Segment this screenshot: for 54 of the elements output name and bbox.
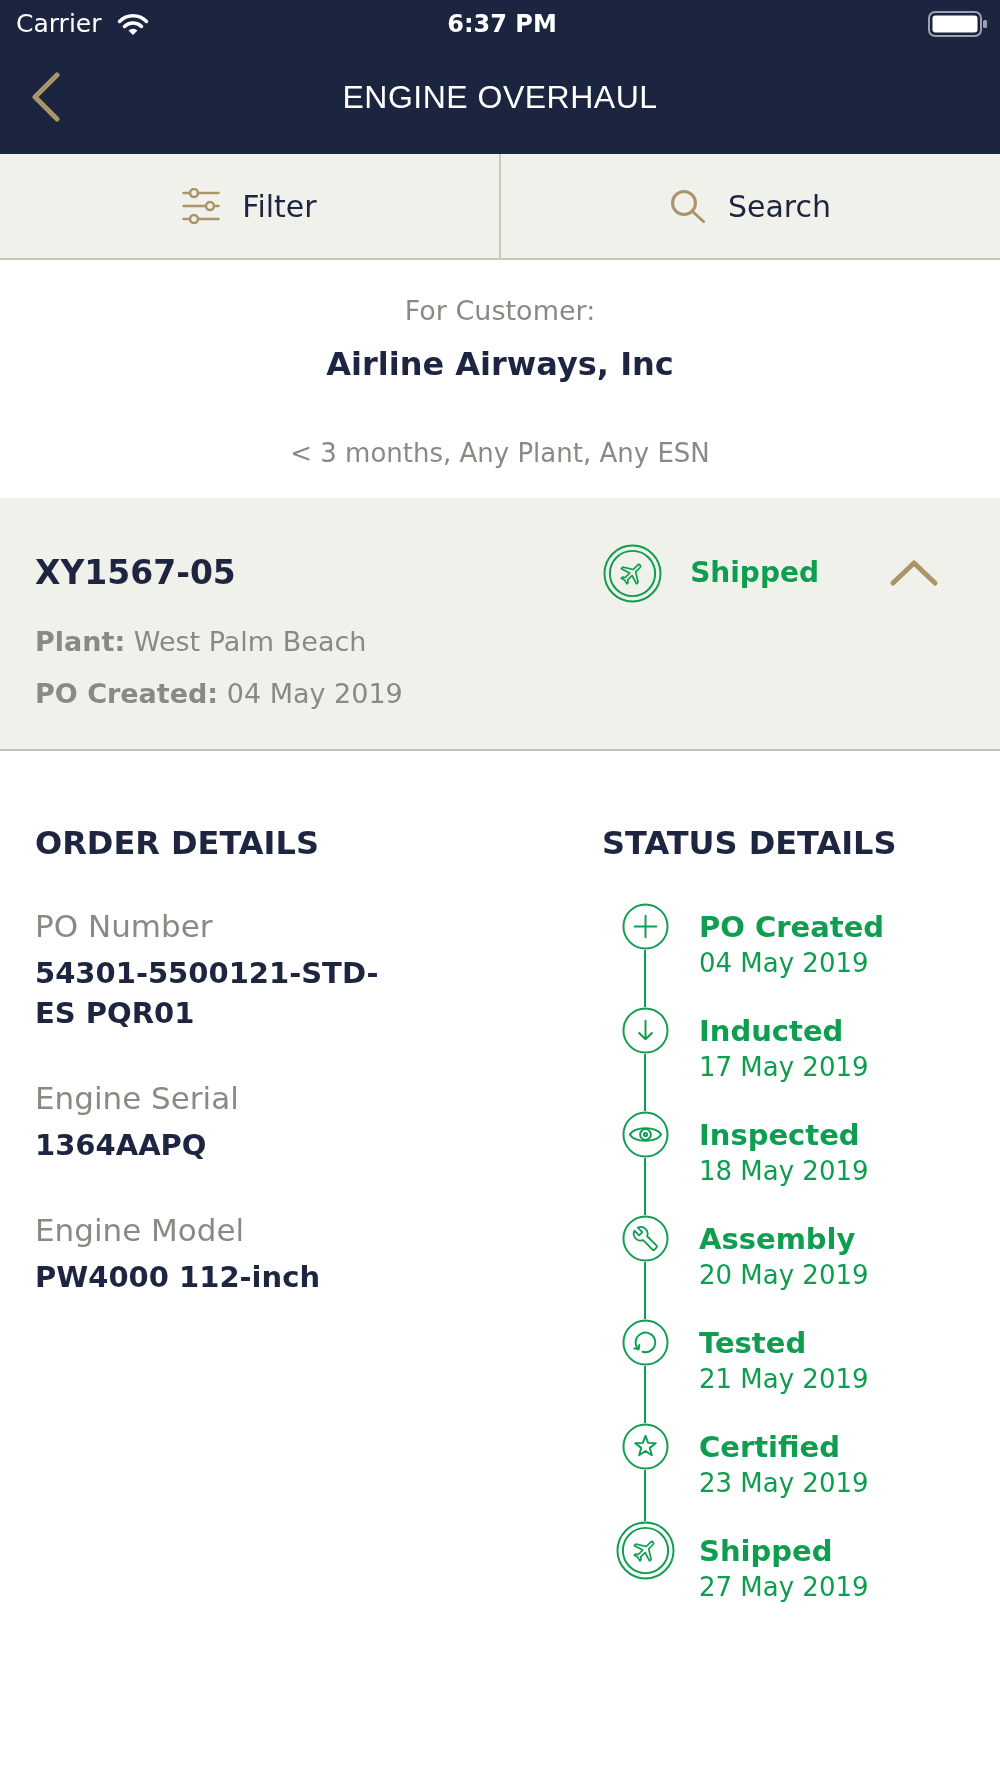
step-date: 21 May 2019: [699, 1363, 869, 1394]
field-value: PW4000 112-inch: [35, 1259, 322, 1296]
step-title: Shipped: [699, 1533, 834, 1568]
search-button[interactable]: Search: [499, 154, 1000, 258]
status-time: 6:37 PM: [447, 9, 557, 39]
filter-icon: [182, 188, 221, 224]
airplane-icon: [615, 1521, 675, 1580]
chevron-up-icon: [889, 559, 939, 587]
chevron-left-icon: [31, 72, 61, 122]
step-date: 20 May 2019: [699, 1259, 869, 1290]
collapse-button[interactable]: [889, 559, 939, 587]
search-icon: [669, 189, 706, 223]
screen-title: ENGINE OVERHAUL: [342, 78, 658, 117]
step-date: 23 May 2019: [699, 1467, 869, 1498]
eye-icon: [621, 1111, 669, 1158]
section-heading: STATUS DETAILS: [602, 823, 898, 863]
field-label: Engine Model: [35, 1211, 246, 1250]
step-title: Inspected: [699, 1117, 861, 1152]
step-date: 04 May 2019: [699, 947, 870, 978]
timeline-connector: [644, 1054, 646, 1111]
timeline-connector: [644, 1262, 646, 1319]
step-title: Inducted: [699, 1013, 845, 1048]
step-title: Assembly: [699, 1221, 857, 1256]
customer-name: Airline Airways, Inc: [326, 344, 674, 385]
timeline-connector: [644, 1366, 646, 1423]
timeline-connector: [644, 1470, 646, 1521]
filter-summary: < 3 months, Any Plant, Any ESN: [290, 437, 710, 470]
step-title: PO Created: [699, 909, 885, 944]
wrench-icon: [621, 1215, 669, 1262]
plus-icon: [621, 903, 669, 950]
step-date: 18 May 2019: [699, 1155, 869, 1186]
back-button[interactable]: [31, 72, 61, 122]
customer-caption: For Customer:: [404, 294, 596, 328]
battery-icon: [928, 11, 988, 37]
order-status: Shipped: [690, 555, 819, 591]
field-label: Engine Serial: [35, 1079, 240, 1118]
timeline-connector: [644, 1158, 646, 1215]
step-date: 27 May 2019: [699, 1571, 869, 1602]
order-number: XY1567-05: [35, 552, 237, 594]
section-heading: ORDER DETAILS: [35, 823, 320, 863]
timeline-connector: [644, 950, 646, 1007]
carrier-name: Carrier: [16, 9, 102, 39]
step-title: Certified: [699, 1429, 841, 1464]
airplane-icon: [603, 543, 663, 603]
field-label: PO Number: [35, 907, 214, 946]
step-title: Tested: [699, 1325, 808, 1360]
step-date: 17 May 2019: [699, 1051, 869, 1082]
field-value: 1364AAPQ: [35, 1127, 208, 1164]
order-info-line: Plant: West Palm Beach: [35, 625, 368, 659]
order-info-line: PO Created: 04 May 2019: [35, 677, 404, 711]
filter-button[interactable]: Filter: [0, 154, 499, 258]
field-value: 54301-5500121-STD-ES PQR01: [35, 955, 380, 1032]
refresh-icon: [621, 1319, 669, 1366]
wifi-icon: [116, 12, 149, 36]
